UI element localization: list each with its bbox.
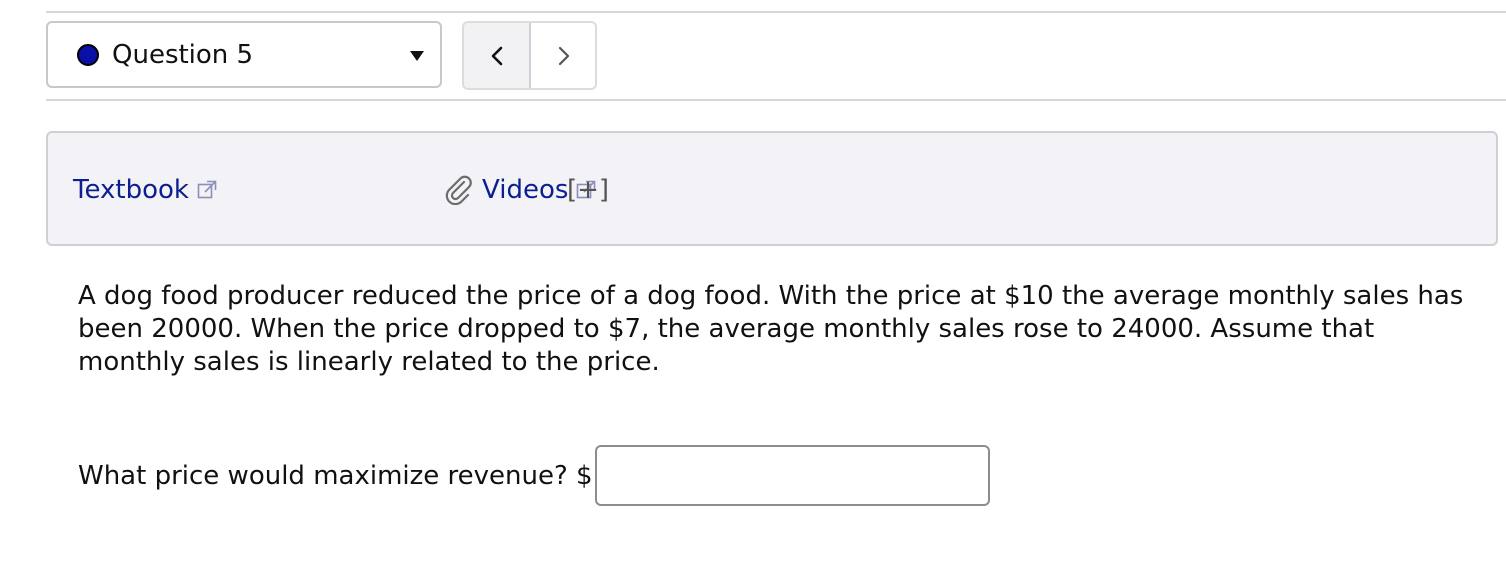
question-select-label: Question 5: [112, 40, 254, 70]
top-divider: [46, 11, 1506, 13]
caret-down-icon: [410, 51, 424, 61]
videos-link-label: Videos: [482, 175, 569, 205]
expand-resources-button[interactable]: [+]: [567, 174, 609, 206]
question-select[interactable]: Question 5: [46, 21, 442, 88]
resources-panel: Textbook Videos [+]: [46, 131, 1498, 246]
previous-question-button[interactable]: [464, 23, 531, 88]
question-status-dot: [77, 44, 99, 66]
external-link-icon: [197, 180, 217, 199]
textbook-link-label: Textbook: [73, 175, 189, 205]
textbook-link[interactable]: Textbook: [73, 174, 217, 206]
chevron-right-icon: [558, 46, 570, 65]
header-divider: [46, 99, 1506, 101]
paperclip-icon: [445, 175, 472, 205]
question-nav: [462, 21, 597, 90]
answer-row: What price would maximize revenue? $: [78, 445, 990, 506]
next-question-button[interactable]: [531, 23, 595, 88]
problem-statement: A dog food producer reduced the price of…: [78, 281, 1464, 377]
price-answer-input[interactable]: [594, 445, 990, 506]
chevron-left-icon: [491, 46, 502, 65]
answer-prompt: What price would maximize revenue? $: [78, 460, 593, 491]
